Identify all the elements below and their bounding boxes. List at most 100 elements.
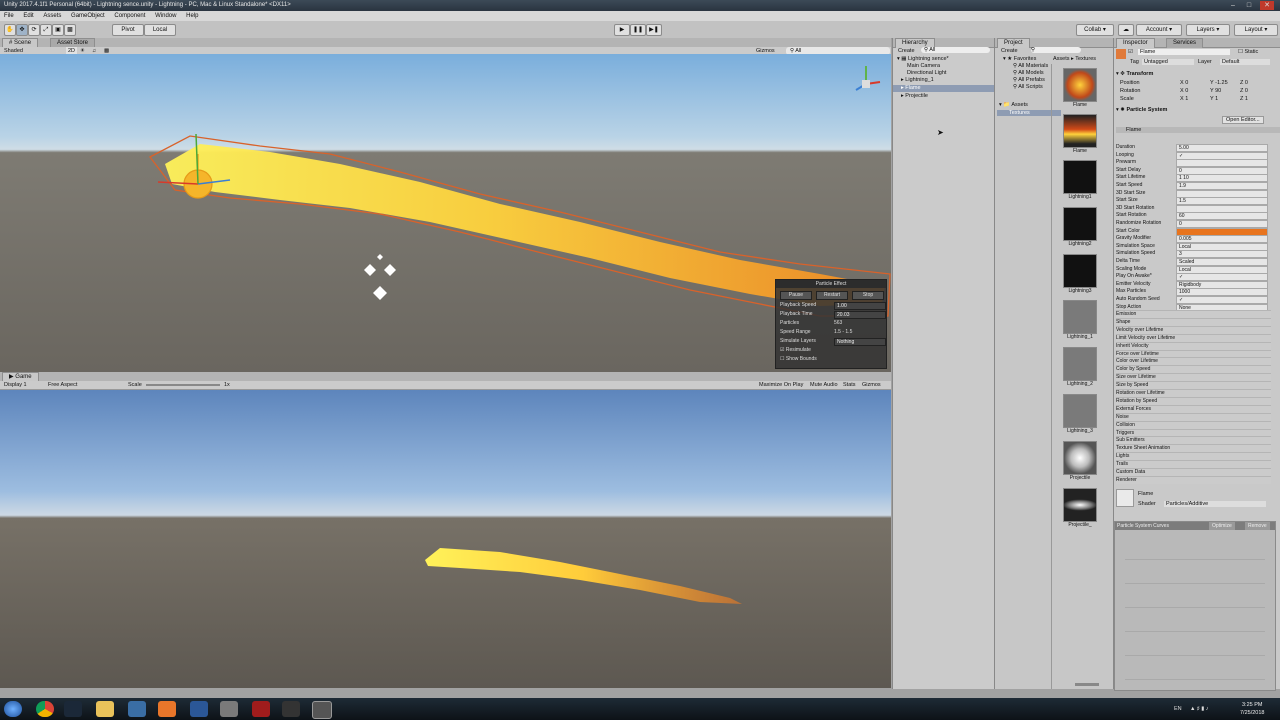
gameobject-name-field[interactable]: Flame	[1138, 49, 1230, 55]
display-dropdown[interactable]: Display 1	[4, 381, 27, 389]
unity-icon[interactable]	[312, 701, 332, 719]
resimulate-toggle[interactable]: ☑ Resimulate	[780, 346, 811, 354]
show-bounds-toggle[interactable]: ☐ Show Bounds	[780, 355, 817, 363]
tab-services[interactable]: Services	[1166, 38, 1204, 48]
scale-x-field[interactable]: X 1	[1180, 96, 1188, 102]
maximize-on-play-toggle[interactable]: Maximize On Play	[759, 381, 803, 389]
ps-module-row[interactable]: External Forces	[1116, 404, 1271, 413]
static-toggle[interactable]: ☐ Static	[1238, 49, 1258, 55]
media-icon[interactable]	[128, 701, 146, 717]
scale-slider[interactable]	[146, 384, 220, 386]
local-button[interactable]: Local	[144, 24, 176, 36]
rect-tool-icon[interactable]: ▣	[52, 24, 64, 36]
project-breadcrumb[interactable]: Assets ▸ Textures	[1053, 56, 1096, 62]
minimize-icon[interactable]: –	[1226, 1, 1240, 10]
ps-module-row[interactable]: Sub Emitters	[1116, 436, 1271, 445]
hierarchy-item-main-camera[interactable]: Main Camera	[893, 63, 1007, 70]
assets-folder-item[interactable]: ▾ 📁 Assets	[999, 102, 1028, 108]
favorite-item[interactable]: ⚲ All Scripts	[1013, 84, 1043, 90]
playback-time-field[interactable]: 20.03	[834, 311, 886, 319]
layout-button[interactable]: Layout ▾	[1234, 24, 1278, 36]
menu-edit[interactable]: Edit	[23, 13, 33, 19]
curves-graph[interactable]	[1125, 536, 1265, 684]
thumbnail-size-slider[interactable]	[1075, 683, 1099, 686]
position-z-field[interactable]: Z 0	[1240, 80, 1248, 86]
rotation-x-field[interactable]: X 0	[1180, 88, 1188, 94]
asset-thumb[interactable]: Lightning2	[1062, 207, 1098, 247]
project-search-input[interactable]: ⚲	[1031, 47, 1081, 53]
hierarchy-search-input[interactable]: ⚲ All	[921, 47, 990, 53]
favorite-item[interactable]: ⚲ All Models	[1013, 70, 1044, 76]
scale-z-field[interactable]: Z 1	[1240, 96, 1248, 102]
collab-button[interactable]: Collab ▾	[1076, 24, 1114, 36]
tag-dropdown[interactable]: Untagged	[1142, 59, 1194, 65]
ps-module-row[interactable]: Collision	[1116, 420, 1271, 429]
asset-thumb[interactable]: Flame	[1062, 68, 1098, 108]
file-explorer-icon[interactable]	[96, 701, 114, 717]
menu-file[interactable]: File	[4, 13, 14, 19]
rotation-y-field[interactable]: Y 90	[1210, 88, 1221, 94]
favorite-item[interactable]: ⚲ All Prefabs	[1013, 77, 1045, 83]
menu-help[interactable]: Help	[186, 13, 198, 19]
tab-inspector[interactable]: Inspector	[1116, 38, 1155, 48]
steam-icon[interactable]	[64, 701, 82, 717]
rotate-tool-icon[interactable]: ⟳	[28, 24, 40, 36]
playback-speed-field[interactable]: 1.00	[834, 302, 886, 310]
active-checkbox[interactable]: ☑	[1128, 49, 1133, 55]
pivot-button[interactable]: Pivot	[112, 24, 144, 36]
ps-module-row[interactable]: Noise	[1116, 412, 1271, 421]
app-icon[interactable]	[252, 701, 270, 717]
scene-root-item[interactable]: ▾ ▦ Lightning sence*	[893, 56, 997, 63]
ps-module-row[interactable]: Color by Speed	[1116, 365, 1271, 374]
favorites-item[interactable]: ▾ ★ Favorites	[1003, 56, 1036, 62]
open-editor-button[interactable]: Open Editor...	[1222, 116, 1264, 124]
ps-module-row[interactable]: Renderer	[1116, 475, 1271, 484]
ps-module-row[interactable]: Rotation over Lifetime	[1116, 389, 1271, 397]
rotation-z-field[interactable]: Z 0	[1240, 88, 1248, 94]
hierarchy-create-dropdown[interactable]: Create	[898, 48, 915, 54]
ps-module-row[interactable]: Emission	[1116, 310, 1271, 318]
ps-module-row[interactable]: Lights	[1116, 452, 1271, 461]
ps-module-row[interactable]: Size by Speed	[1116, 381, 1271, 390]
menu-assets[interactable]: Assets	[43, 13, 61, 19]
pause-button[interactable]: ❚❚	[630, 24, 646, 36]
hierarchy-item-projectile[interactable]: ▸ Projectile	[893, 93, 1001, 100]
ps-module-row[interactable]: Triggers	[1116, 428, 1271, 437]
pause-effect-button[interactable]: Pause	[780, 291, 812, 300]
game-gizmos-dropdown[interactable]: Gizmos	[862, 381, 881, 389]
layer-dropdown[interactable]: Default	[1220, 59, 1270, 65]
asset-thumb[interactable]: Lightning_2	[1062, 347, 1098, 387]
close-icon[interactable]: ✕	[1260, 1, 1274, 10]
move-tool-icon[interactable]: ✥	[16, 24, 28, 36]
asset-thumb[interactable]: Lightning1	[1062, 160, 1098, 200]
favorite-item[interactable]: ⚲ All Materials	[1013, 63, 1048, 69]
optimize-button[interactable]: Optimize	[1209, 522, 1235, 530]
asset-thumb[interactable]: Lightning_1	[1062, 300, 1098, 340]
ps-module-row[interactable]: Color over Lifetime	[1116, 357, 1271, 366]
step-button[interactable]: ▶❚	[646, 24, 662, 36]
position-x-field[interactable]: X 0	[1180, 80, 1188, 86]
game-viewport[interactable]	[0, 390, 891, 688]
account-button[interactable]: Account ▾	[1136, 24, 1182, 36]
ps-module-row[interactable]: Custom Data	[1116, 468, 1271, 476]
asset-thumb[interactable]: Projectile_	[1062, 488, 1098, 528]
ps-module-row[interactable]: Rotation by Speed	[1116, 396, 1271, 405]
ps-module-row[interactable]: Force over Lifetime	[1116, 349, 1271, 358]
app-icon[interactable]	[158, 701, 176, 717]
scene-viewport[interactable]	[0, 54, 891, 372]
position-y-field[interactable]: Y -1.25	[1210, 80, 1228, 86]
hierarchy-item-flame[interactable]: ▸ Flame	[893, 85, 1001, 92]
asset-thumb[interactable]: Flame	[1062, 114, 1098, 154]
obs-icon[interactable]	[282, 701, 300, 717]
chrome-icon[interactable]	[36, 701, 54, 717]
scale-y-field[interactable]: Y 1	[1210, 96, 1218, 102]
ps-module-row[interactable]: Texture Sheet Animation	[1116, 444, 1271, 453]
start-button-icon[interactable]	[4, 701, 22, 717]
remove-button[interactable]: Remove	[1245, 522, 1270, 530]
particle-system-header[interactable]: ▾ ✸ Particle System	[1116, 107, 1167, 113]
asset-thumb[interactable]: Lightning3	[1062, 254, 1098, 294]
ps-module-row[interactable]: Trails	[1116, 460, 1271, 469]
transform-tool-icon[interactable]: ▩	[64, 24, 76, 36]
word-icon[interactable]	[190, 701, 208, 717]
layers-button[interactable]: Layers ▾	[1186, 24, 1230, 36]
